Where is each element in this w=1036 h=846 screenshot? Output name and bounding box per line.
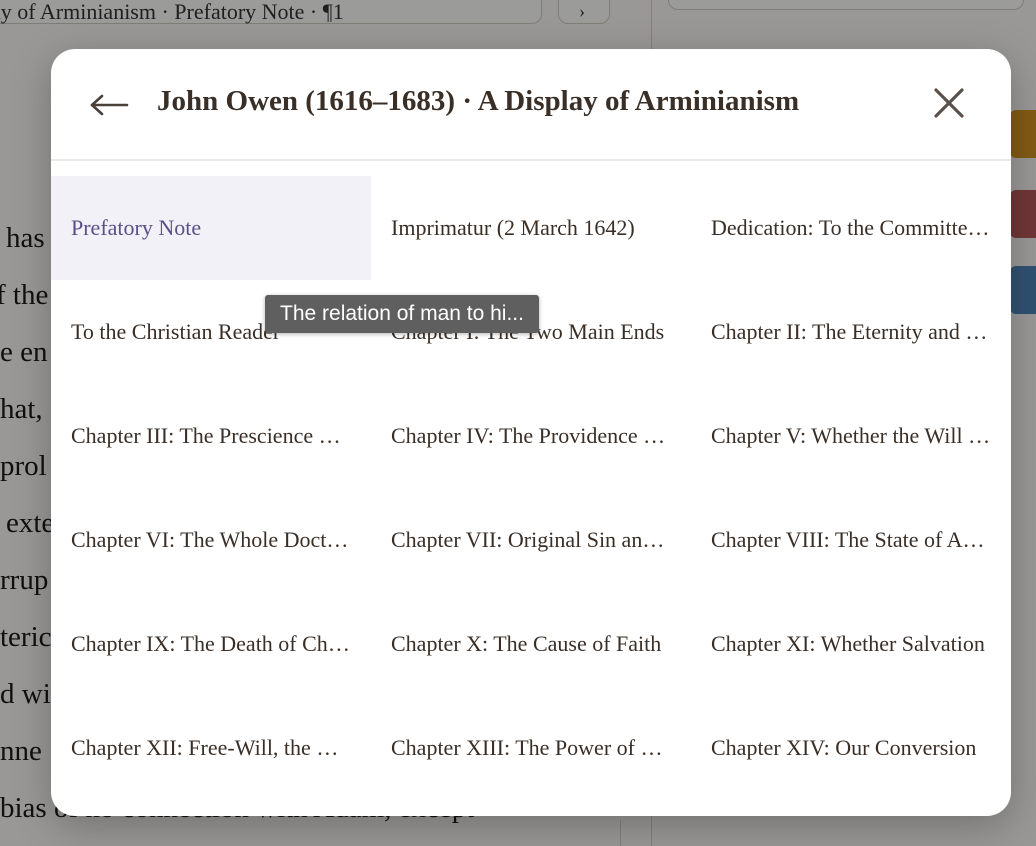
chapter-item-label: To the Christian Reader <box>71 319 281 344</box>
chapter-item-label: Chapter XIV: Our Conversion <box>711 735 977 760</box>
chapter-item-label: Chapter X: The Cause of Faith <box>391 631 662 656</box>
modal-header: John Owen (1616–1683) · A Display of Arm… <box>51 49 1011 161</box>
chapter-item[interactable]: Prefatory Note <box>51 176 371 280</box>
chapter-item[interactable]: Chapter IX: The Death of Christ <box>51 592 371 696</box>
chapter-item[interactable]: Chapter XIV: Our Conversion <box>691 696 1011 800</box>
back-button[interactable] <box>87 83 131 127</box>
chapter-item-label: Chapter VI: The Whole Doctrine <box>71 527 351 552</box>
chapter-item-label: Dedication: To the Committee for Religio… <box>711 215 991 240</box>
left-arrow-icon <box>90 94 129 116</box>
close-button[interactable] <box>927 85 971 121</box>
chapter-item[interactable]: Chapter II: The Eternity and Immutabilit… <box>691 280 1011 384</box>
chapter-item[interactable]: Chapter VI: The Whole Doctrine <box>51 488 371 592</box>
chapter-item-label: Chapter IX: The Death of Christ <box>71 631 351 656</box>
chapter-item[interactable]: Imprimatur (2 March 1642) <box>371 176 691 280</box>
close-x-icon <box>934 88 964 118</box>
chapter-item[interactable]: Chapter III: The Prescience of God <box>51 384 371 488</box>
chapter-item-label: Chapter XI: Whether Salvation <box>711 631 985 656</box>
chapter-item-label: Chapter XIII: The Power of Free-Will <box>391 735 671 760</box>
chapter-item-label: Chapter II: The Eternity and Immutabilit… <box>711 319 991 344</box>
chapter-item[interactable]: Chapter VII: Original Sin and Corruption <box>371 488 691 592</box>
chapter-item[interactable]: Chapter XI: Whether Salvation <box>691 592 1011 696</box>
chapter-grid: Prefatory Note Imprimatur (2 March 1642) D… <box>51 176 1011 800</box>
chapter-item[interactable]: Chapter IV: The Providence of God <box>371 384 691 488</box>
chapter-item-label: Imprimatur (2 March 1642) <box>391 215 635 240</box>
chapter-item[interactable]: Chapter X: The Cause of Faith <box>371 592 691 696</box>
chapter-item-label: Chapter XII: Free-Will, the Nature <box>71 735 351 760</box>
chapter-item-label: Chapter III: The Prescience of God <box>71 423 351 448</box>
chapter-item-label: Chapter IV: The Providence of God <box>391 423 671 448</box>
chapter-item[interactable]: Chapter V: Whether the Will of God <box>691 384 1011 488</box>
chapter-item-label: Chapter VIII: The State of Adam <box>711 527 991 552</box>
table-of-contents-modal: John Owen (1616–1683) · A Display of Arm… <box>51 49 1011 816</box>
chapter-item-label: Chapter V: Whether the Will of God <box>711 423 991 448</box>
chapter-item[interactable]: Dedication: To the Committee for Religio… <box>691 176 1011 280</box>
chapter-item[interactable]: Chapter XII: Free-Will, the Nature <box>51 696 371 800</box>
modal-title: John Owen (1616–1683) · A Display of Arm… <box>157 85 800 117</box>
chapter-item-label: Chapter VII: Original Sin and Corruption <box>391 527 671 552</box>
chapter-item[interactable]: Chapter VIII: The State of Adam <box>691 488 1011 592</box>
chapter-item-label: Prefatory Note <box>71 215 202 240</box>
chapter-item[interactable]: Chapter XIII: The Power of Free-Will <box>371 696 691 800</box>
tooltip: The relation of man to hi... <box>265 295 539 333</box>
